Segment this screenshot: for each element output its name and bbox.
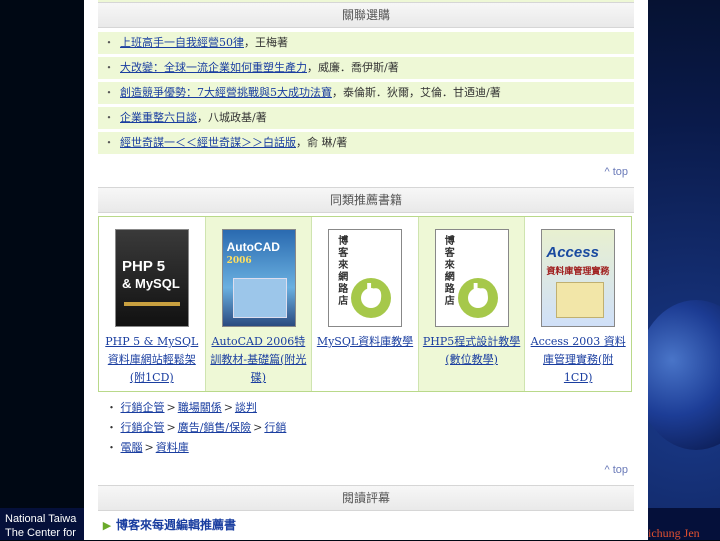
book-title-link[interactable]: Access 2003 資料庫管理實務(附1CD) <box>529 333 627 387</box>
cover-text: AutoCAD <box>226 240 280 254</box>
book-cover[interactable]: PHP 5 & MySQL <box>115 229 189 327</box>
category-path: ・ 行銷企管 > 廣告/銷售/保險 > 行銷 <box>106 418 626 438</box>
similar-books-grid: PHP 5 & MySQL PHP 5 & MySQL資料庫網站輕鬆架(附1CD… <box>98 216 632 392</box>
related-author: ，泰倫斯．狄爾，艾倫．甘迺迪/著 <box>332 86 501 99</box>
category-separator: > <box>223 401 233 414</box>
related-author: ，俞 琳/著 <box>296 136 348 149</box>
book-title-link[interactable]: PHP5程式設計教學(數位教學) <box>423 333 521 369</box>
related-item: ・經世奇謀一＜＜經世奇謀＞＞白話版，俞 琳/著 <box>98 132 634 154</box>
editor-pick-link[interactable]: 博客來每週編輯推薦書 <box>116 518 236 532</box>
related-link[interactable]: 大改變：全球一流企業如何重塑生產力 <box>120 61 307 74</box>
cover-text: PHP 5 <box>122 258 166 275</box>
footer-line-2: The Center for <box>5 527 76 539</box>
book-card: PHP 5 & MySQL PHP 5 & MySQL資料庫網站輕鬆架(附1CD… <box>99 217 206 391</box>
cover-text: b <box>471 278 489 309</box>
related-link[interactable]: 經世奇謀一＜＜經世奇謀＞＞白話版 <box>120 136 296 149</box>
back-to-top-link[interactable]: ^ top <box>604 464 628 476</box>
related-link[interactable]: 創造競爭優勢：7大經營挑戰與5大成功法寶 <box>120 86 332 99</box>
book-title-link[interactable]: MySQL資料庫教學 <box>316 333 414 351</box>
cover-text: Access <box>546 244 599 261</box>
webpage-screenshot: 關聯選購 ・上班高手一自我經營50律，王梅著 ・大改變：全球一流企業如何重塑生產… <box>84 0 648 540</box>
category-path: ・ 行銷企管 > 職場關係 > 談判 <box>106 398 626 418</box>
book-title-link[interactable]: PHP 5 & MySQL資料庫網站輕鬆架(附1CD) <box>103 333 201 387</box>
cover-drawing <box>232 278 287 318</box>
cover-text: b <box>365 278 383 309</box>
triangle-right-icon: ▶ <box>102 519 112 532</box>
category-link[interactable]: 行銷 <box>264 421 286 434</box>
related-item: ・大改變：全球一流企業如何重塑生產力，威廉．喬伊斯/著 <box>98 57 634 79</box>
editor-pick-row: ▶ 博客來每週編輯推薦書 <box>98 514 634 536</box>
category-separator: > <box>166 401 176 414</box>
bullet: ・ <box>106 421 117 434</box>
related-link[interactable]: 上班高手一自我經營50律 <box>120 36 244 49</box>
category-link[interactable]: 談判 <box>235 401 257 414</box>
category-separator: > <box>253 421 263 434</box>
cover-text: 資料庫管理實務 <box>546 267 610 277</box>
category-link[interactable]: 資料庫 <box>156 441 189 454</box>
category-link[interactable]: 行銷企管 <box>121 401 165 414</box>
back-to-top-link[interactable]: ^ top <box>604 166 628 178</box>
category-link[interactable]: 廣告/銷售/保險 <box>178 421 251 434</box>
related-item: ・企業重整六日談，八城政基/著 <box>98 107 634 129</box>
book-card: 博客來網路店 b PHP5程式設計教學(數位教學) <box>418 217 526 391</box>
related-author: ，王梅著 <box>244 36 288 49</box>
cover-drawing <box>556 282 605 318</box>
footer-institution: National Taiwa The Center for <box>5 512 87 540</box>
bullet: ・ <box>103 136 115 149</box>
cover-text: 2006 <box>226 256 252 266</box>
category-link[interactable]: 電腦 <box>121 441 143 454</box>
cover-text: 博客來網路店 <box>338 236 349 307</box>
bullet: ・ <box>106 401 117 414</box>
book-title-link[interactable]: AutoCAD 2006特訓教材-基礎篇(附光碟) <box>210 333 308 387</box>
bullet: ・ <box>103 111 115 124</box>
footer-line-1: National Taiwa <box>5 513 77 525</box>
category-path: ・ 電腦 > 資料庫 <box>106 438 626 458</box>
cover-text: & MySQL <box>122 276 180 291</box>
related-item: ・上班高手一自我經營50律，王梅著 <box>98 32 634 54</box>
book-cover[interactable]: AutoCAD 2006 <box>221 229 296 327</box>
cover-text: 博客來網路店 <box>444 236 455 307</box>
category-link[interactable]: 職場關係 <box>178 401 222 414</box>
category-list: ・ 行銷企管 > 職場關係 > 談判 ・ 行銷企管 > 廣告/銷售/保險 > 行銷 ・ 電腦 > 資… <box>106 398 626 458</box>
footer-author: ichung Jen <box>648 526 700 540</box>
bullet: ・ <box>106 441 117 454</box>
book-cover-placeholder[interactable]: 博客來網路店 b <box>434 229 509 327</box>
related-item: ・創造競爭優勢：7大經營挑戰與5大成功法寶，泰倫斯．狄爾，艾倫．甘迺迪/著 <box>98 82 634 104</box>
related-heading: 關聯選購 <box>98 2 634 28</box>
book-card: 博客來網路店 b MySQL資料庫教學 <box>312 217 419 391</box>
book-card: AutoCAD 2006 AutoCAD 2006特訓教材-基礎篇(附光碟) <box>205 217 313 391</box>
bullet: ・ <box>103 36 115 49</box>
bullet: ・ <box>103 61 115 74</box>
category-separator: > <box>144 441 154 454</box>
related-author: ，八城政基/著 <box>197 111 267 124</box>
similar-books-heading: 同類推薦書籍 <box>98 187 634 213</box>
book-cover-placeholder[interactable]: 博客來網路店 b <box>328 229 403 327</box>
category-separator: > <box>166 421 176 434</box>
bullet: ・ <box>103 86 115 99</box>
book-cover[interactable]: Access 資料庫管理實務 <box>541 229 616 327</box>
book-card: Access 資料庫管理實務 Access 2003 資料庫管理實務(附1CD) <box>525 217 631 391</box>
review-heading: 閱讀評幕 <box>98 485 634 511</box>
cover-stripe <box>124 302 180 306</box>
category-link[interactable]: 行銷企管 <box>121 421 165 434</box>
related-list: ・上班高手一自我經營50律，王梅著 ・大改變：全球一流企業如何重塑生產力，威廉．… <box>98 32 634 157</box>
related-author: ，威廉．喬伊斯/著 <box>307 61 399 74</box>
related-link[interactable]: 企業重整六日談 <box>120 111 197 124</box>
